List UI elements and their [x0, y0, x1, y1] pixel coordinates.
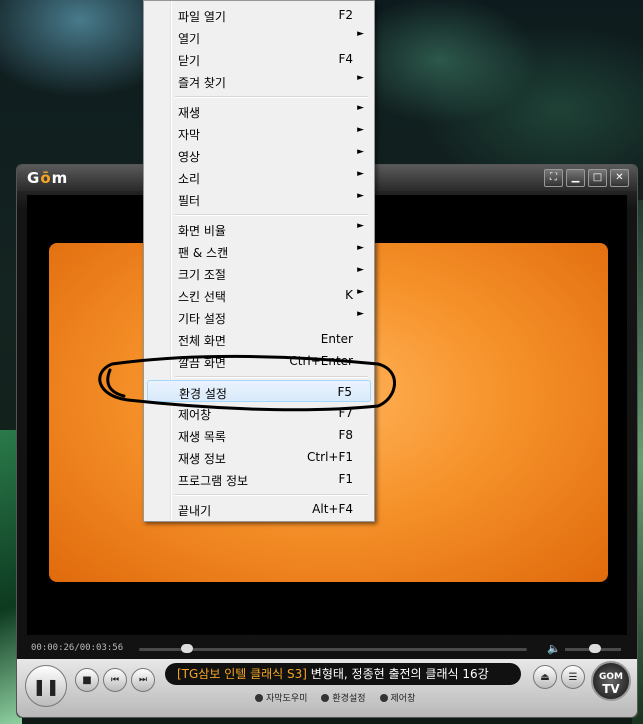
- ticker-text: 변형태, 정종현 출전의 클래식 16강: [310, 667, 489, 681]
- submenu-arrow-icon: ►: [357, 73, 364, 83]
- maximize-icon[interactable]: □: [588, 169, 607, 187]
- menu-item-pan-scan[interactable]: 팬 & 스캔 ►: [147, 240, 371, 262]
- submenu-arrow-icon: ►: [357, 265, 364, 275]
- eject-button[interactable]: ⏏: [533, 665, 557, 689]
- submenu-arrow-icon: ►: [357, 287, 364, 297]
- menu-item-playlist[interactable]: 재생 목록 F8: [147, 424, 371, 446]
- preferences-link[interactable]: 환경설정: [321, 691, 366, 704]
- submenu-arrow-icon: ►: [357, 29, 364, 39]
- submenu-arrow-icon: ►: [357, 243, 364, 253]
- pause-button[interactable]: ❚❚: [25, 665, 67, 707]
- menu-item-close[interactable]: 닫기 F4: [147, 48, 371, 70]
- menu-item-program-info[interactable]: 프로그램 정보 F1: [147, 468, 371, 490]
- seek-handle[interactable]: [181, 644, 193, 653]
- submenu-arrow-icon: ►: [357, 125, 364, 135]
- seek-bar[interactable]: [139, 648, 527, 651]
- volume-handle[interactable]: [589, 644, 601, 653]
- menu-separator: [175, 494, 368, 496]
- menu-separator: [175, 96, 368, 98]
- submenu-arrow-icon: ►: [357, 191, 364, 201]
- menu-item-play-info[interactable]: 재생 정보 Ctrl+F1: [147, 446, 371, 468]
- menu-separator: [175, 376, 368, 378]
- menu-item-preferences[interactable]: 환경 설정 F5: [147, 380, 371, 402]
- menu-item-resize[interactable]: 크기 조절 ►: [147, 262, 371, 284]
- gomtv-button[interactable]: GOM TV: [591, 661, 631, 701]
- menu-item-open-file[interactable]: 파일 열기 F2: [147, 4, 371, 26]
- previous-button[interactable]: ⏮: [103, 668, 127, 692]
- menu-item-exit[interactable]: 끝내기 Alt+F4: [147, 498, 371, 520]
- menu-item-filter[interactable]: 필터 ►: [147, 188, 371, 210]
- menu-item-subtitles[interactable]: 자막 ►: [147, 122, 371, 144]
- control-panel-link[interactable]: 제어창: [379, 691, 415, 704]
- submenu-arrow-icon: ►: [357, 309, 364, 319]
- fullscreen-icon[interactable]: ⛶: [544, 169, 563, 187]
- playlist-button[interactable]: ☰: [561, 665, 585, 689]
- gom-logo: Gōm: [27, 169, 69, 187]
- list-icon: ☰: [568, 671, 578, 683]
- window-buttons: ⛶ ▁ □ ✕: [544, 169, 629, 187]
- menu-item-fullscreen[interactable]: 전체 화면 Enter: [147, 328, 371, 350]
- menu-item-aspect-ratio[interactable]: 화면 비율 ►: [147, 218, 371, 240]
- close-icon[interactable]: ✕: [610, 169, 629, 187]
- next-icon: ⏭: [138, 675, 148, 685]
- menu-item-sound[interactable]: 소리 ►: [147, 166, 371, 188]
- submenu-arrow-icon: ►: [357, 169, 364, 179]
- menu-item-skin[interactable]: 스킨 선택 K ►: [147, 284, 371, 306]
- next-button[interactable]: ⏭: [131, 668, 155, 692]
- menu-item-other-settings[interactable]: 기타 설정 ►: [147, 306, 371, 328]
- menu-item-clean-screen[interactable]: 깔끔 화면 Ctrl+Enter: [147, 350, 371, 372]
- menu-item-favorites[interactable]: 즐겨 찾기 ►: [147, 70, 371, 92]
- circle-icon: [379, 694, 388, 702]
- time-display: 00:00:26/00:03:56: [31, 643, 124, 653]
- circle-icon: [255, 694, 263, 702]
- menu-item-open[interactable]: 열기 ►: [147, 26, 371, 48]
- circle-icon: [321, 694, 330, 702]
- menu-item-play[interactable]: 재생 ►: [147, 100, 371, 122]
- pause-icon: ❚❚: [32, 676, 60, 696]
- ticker-tag: [TG삼보 인텔 클래식 S3]: [177, 667, 307, 681]
- submenu-arrow-icon: ►: [357, 103, 364, 113]
- menu-item-control-panel[interactable]: 제어창 F7: [147, 402, 371, 424]
- stop-icon: ■: [82, 674, 92, 686]
- context-menu: 파일 열기 F2 열기 ► 닫기 F4 즐겨 찾기 ► 재생 ► 자막 ► 영상 ► 소리 ► …: [143, 0, 375, 522]
- stop-button[interactable]: ■: [75, 668, 99, 692]
- previous-icon: ⏮: [110, 675, 120, 685]
- control-bar: ❚❚ ■ ⏮ ⏭ [TG삼보 인텔 클래식 S3] 변형태, 정종현 출전의 클…: [17, 659, 637, 717]
- subtitle-helper-link[interactable]: 자막도우미: [255, 691, 307, 704]
- menu-separator: [175, 214, 368, 216]
- submenu-arrow-icon: ►: [357, 147, 364, 157]
- volume-icon[interactable]: 🔈: [547, 642, 561, 655]
- minimize-icon[interactable]: ▁: [566, 169, 585, 187]
- sub-links: 자막도우미 환경설정 제어창: [255, 691, 415, 704]
- news-ticker[interactable]: [TG삼보 인텔 클래식 S3] 변형태, 정종현 출전의 클래식 16강: [165, 663, 521, 685]
- menu-item-video[interactable]: 영상 ►: [147, 144, 371, 166]
- eject-icon: ⏏: [540, 671, 550, 683]
- submenu-arrow-icon: ►: [357, 221, 364, 231]
- seek-row: 00:00:26/00:03:56 🔈: [27, 641, 627, 657]
